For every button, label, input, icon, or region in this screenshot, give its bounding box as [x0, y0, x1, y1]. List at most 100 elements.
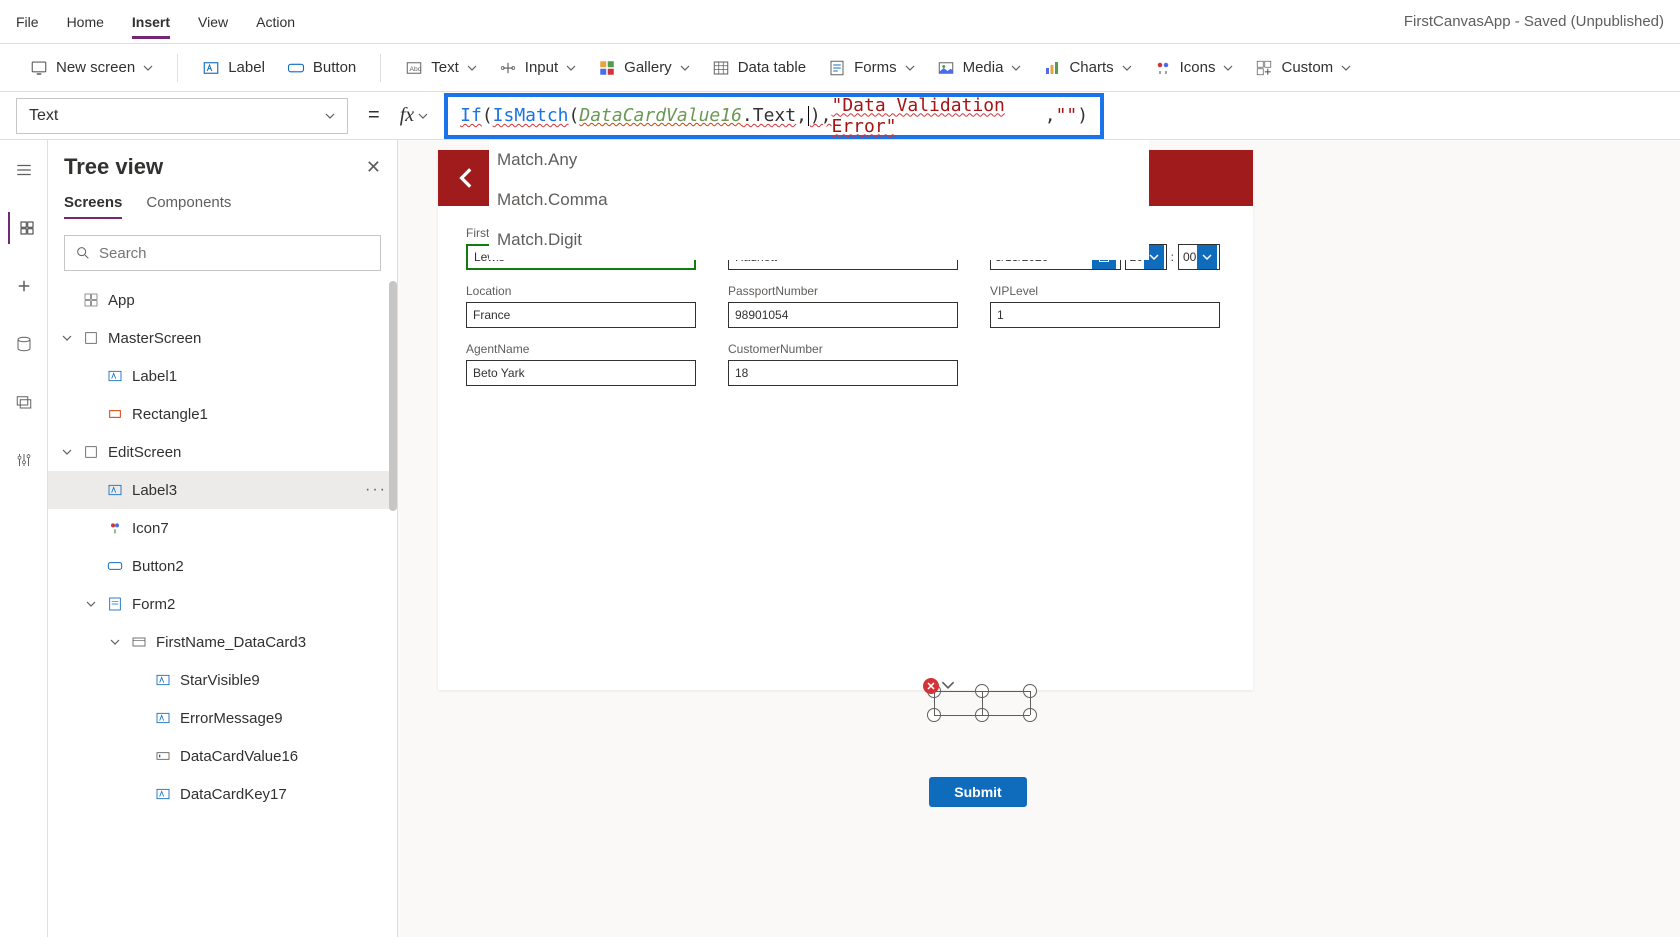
close-icon[interactable]: ✕ — [366, 157, 381, 178]
chevron-icon[interactable] — [84, 558, 98, 574]
tree-search[interactable] — [64, 235, 381, 271]
tree-item-label: Label1 — [132, 368, 177, 385]
label-icon — [154, 709, 172, 727]
dd-min[interactable]: 00 — [1178, 244, 1220, 270]
tree-item-datacardvalue16[interactable]: DataCardValue16 — [48, 737, 397, 775]
chevron-icon[interactable] — [84, 368, 98, 384]
chevron-icon[interactable] — [108, 637, 122, 647]
tree-item-label: EditScreen — [108, 444, 181, 461]
input-vip[interactable] — [990, 302, 1220, 328]
menu-file[interactable]: File — [16, 6, 39, 38]
tree-item-label: Form2 — [132, 596, 175, 613]
tab-components[interactable]: Components — [146, 188, 231, 219]
icons-dropdown[interactable]: Icons — [1146, 53, 1242, 83]
menu-home[interactable]: Home — [67, 6, 104, 38]
gallery-dropdown[interactable]: Gallery — [590, 53, 698, 83]
chevron-icon[interactable] — [132, 710, 146, 726]
tree-item-button2[interactable]: Button2 — [48, 547, 397, 585]
data-table-button[interactable]: Data table — [704, 53, 814, 83]
rail-hamburger[interactable] — [8, 154, 40, 186]
tree-item-label: FirstName_DataCard3 — [156, 634, 306, 651]
chevron-icon[interactable] — [60, 333, 74, 343]
tree-item-rectangle1[interactable]: Rectangle1 — [48, 395, 397, 433]
error-badge-icon[interactable]: ✕ — [923, 678, 939, 694]
chevron-icon[interactable] — [132, 748, 146, 764]
property-dropdown[interactable]: Text — [16, 98, 348, 134]
label-vip: VIPLevel — [990, 284, 1220, 298]
more-icon[interactable]: ··· — [365, 481, 387, 499]
ac-item-match-any[interactable]: Match.Any — [489, 140, 1149, 180]
label-icon — [106, 367, 124, 385]
new-screen-button[interactable]: New screen — [22, 53, 161, 83]
chevron-down-icon — [1223, 63, 1233, 73]
tok-if: If — [460, 105, 482, 126]
forms-dropdown[interactable]: Forms — [820, 53, 923, 83]
chevron-icon[interactable] — [132, 786, 146, 802]
chevron-icon[interactable] — [84, 520, 98, 536]
label-location: Location — [466, 284, 696, 298]
input-location[interactable] — [466, 302, 696, 328]
icons-icon — [1154, 59, 1172, 77]
label-icon — [106, 481, 124, 499]
chevron-icon[interactable] — [84, 406, 98, 422]
media-icon — [937, 59, 955, 77]
min-value: 00 — [1183, 250, 1196, 264]
ac-item-match-comma[interactable]: Match.Comma — [489, 180, 1149, 220]
tab-screens[interactable]: Screens — [64, 188, 122, 219]
app-icon — [82, 291, 100, 309]
chevron-icon[interactable] — [84, 599, 98, 609]
tree-item-firstname_datacard3[interactable]: FirstName_DataCard3 — [48, 623, 397, 661]
tree-item-masterscreen[interactable]: MasterScreen — [48, 319, 397, 357]
text-dropdown[interactable]: Abc Text — [397, 53, 485, 83]
custom-dropdown[interactable]: Custom — [1247, 53, 1359, 83]
rail-treeview[interactable] — [8, 212, 40, 244]
formula-bar: Text = fx If(IsMatch(DataCardValue16.Tex… — [0, 92, 1680, 140]
tree-item-form2[interactable]: Form2 — [48, 585, 397, 623]
input-dropdown[interactable]: Input — [491, 53, 584, 83]
icons-label: Icons — [1180, 59, 1216, 76]
chevron-icon[interactable] — [132, 672, 146, 688]
tree-item-label1[interactable]: Label1 — [48, 357, 397, 395]
tree-item-app[interactable]: App — [48, 281, 397, 319]
media-dropdown[interactable]: Media — [929, 53, 1030, 83]
chevron-icon[interactable] — [60, 447, 74, 457]
chevron-icon[interactable] — [60, 292, 74, 308]
tree-item-label: Button2 — [132, 558, 184, 575]
rail-insert[interactable] — [8, 270, 40, 302]
ac-item-match-digit[interactable]: Match.Digit — [489, 220, 1149, 260]
tree-item-label: DataCardKey17 — [180, 786, 287, 803]
scrollbar[interactable] — [389, 281, 397, 511]
tree-item-label3[interactable]: Label3··· — [48, 471, 397, 509]
tree-item-datacardkey17[interactable]: DataCardKey17 — [48, 775, 397, 813]
card-icon — [130, 633, 148, 651]
table-icon — [712, 59, 730, 77]
tree-item-starvisible9[interactable]: StarVisible9 — [48, 661, 397, 699]
selection-handles[interactable]: ✕ — [927, 678, 1037, 726]
chevron-icon[interactable] — [84, 482, 98, 498]
menu-action[interactable]: Action — [256, 6, 295, 38]
tree-item-errormessage9[interactable]: ErrorMessage9 — [48, 699, 397, 737]
rail-data[interactable] — [8, 328, 40, 360]
tree-item-editscreen[interactable]: EditScreen — [48, 433, 397, 471]
charts-dropdown[interactable]: Charts — [1035, 53, 1139, 83]
label-button[interactable]: Label — [194, 53, 273, 83]
button-button[interactable]: Button — [279, 53, 364, 83]
menu-insert[interactable]: Insert — [132, 6, 170, 38]
search-input[interactable] — [99, 245, 370, 262]
formula-editor[interactable]: If(IsMatch(DataCardValue16.Text, ), "Dat… — [444, 93, 1104, 139]
tree-item-icon7[interactable]: Icon7 — [48, 509, 397, 547]
chevron-down-icon — [1197, 245, 1217, 269]
back-icon[interactable] — [454, 165, 480, 191]
tree-list[interactable]: AppMasterScreen Label1 Rectangle1 EditScr… — [48, 281, 397, 937]
chevron-down-icon — [905, 63, 915, 73]
rail-media[interactable] — [8, 386, 40, 418]
submit-button[interactable]: Submit — [929, 777, 1027, 807]
rail-advanced[interactable] — [8, 444, 40, 476]
fx-indicator[interactable]: fx — [400, 104, 428, 127]
input-custnum[interactable] — [728, 360, 958, 386]
input-agent[interactable] — [466, 360, 696, 386]
label-label: Label — [228, 59, 265, 76]
menu-view[interactable]: View — [198, 6, 228, 38]
input-passport[interactable] — [728, 302, 958, 328]
separator — [380, 54, 381, 82]
